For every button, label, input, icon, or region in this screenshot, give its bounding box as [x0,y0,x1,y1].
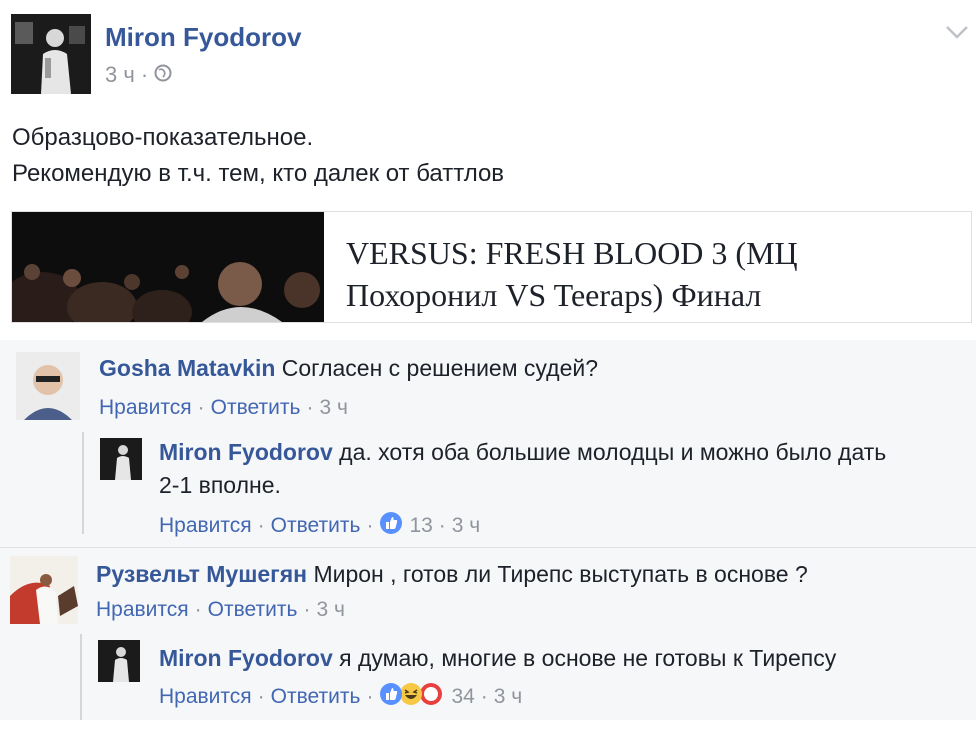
like-button[interactable]: Нравится [159,685,252,709]
comment-avatar[interactable] [10,556,78,624]
globe-icon [154,62,172,88]
like-button[interactable]: Нравится [99,396,192,420]
link-preview-card[interactable]: VERSUS: FRESH BLOOD 3 (МЦ Похоронил VS T… [11,211,972,323]
post-meta: 3 ч · [105,62,172,88]
separator: · [257,685,265,708]
comment-avatar[interactable] [16,352,80,420]
reply-button[interactable]: Ответить [208,598,298,622]
separator: · [480,685,488,708]
reply-avatar[interactable] [98,640,140,682]
post-author-name[interactable]: Miron Fyodorov [105,22,301,53]
reply-avatar[interactable] [100,438,142,480]
reaction-count: 13 [409,514,433,537]
link-thumbnail[interactable] [12,212,324,322]
post-author-avatar[interactable] [11,14,91,94]
separator: · [197,396,205,419]
reply-actions: Нравится · Ответить · 34 · 3 ч [159,682,522,712]
reply-text: 2-1 вполне. [159,472,281,498]
reply-thread-line [80,634,82,720]
comment-divider [0,547,976,548]
reply-comment: Miron Fyodorov я думаю, многие в основе … [159,642,836,675]
comment-author[interactable]: Рузвельт Мушегян [96,561,307,587]
comment-author[interactable]: Gosha Matavkin [99,355,275,381]
reply-thread-line [82,432,84,534]
comment-text: Мирон , готов ли Тирепс выступать в осно… [313,561,808,587]
link-title[interactable]: VERSUS: FRESH BLOOD 3 (МЦ Похоронил VS T… [346,232,956,316]
comment-actions: Нравится · Ответить · 3 ч [99,396,348,420]
avatar-photo [11,14,91,94]
post-text: Образцово-показательное. Рекомендую в т.… [12,120,504,192]
post-time[interactable]: 3 ч [105,62,135,88]
reply-author[interactable]: Miron Fyodorov [159,645,333,671]
chevron-down-icon[interactable] [944,22,970,42]
comment-text: Согласен с решением судей? [281,355,599,381]
comment: Gosha Matavkin Согласен с решением судей… [99,352,598,385]
reply-time[interactable]: 3 ч [452,514,480,538]
post-text-line: Рекомендую в т.ч. тем, кто далек от батт… [12,160,505,187]
reply-button[interactable]: Ответить [271,685,361,709]
separator: · [306,396,314,419]
reply-button[interactable]: Ответить [211,396,301,420]
reply-time[interactable]: 3 ч [494,685,522,709]
comment-time[interactable]: 3 ч [319,396,347,420]
reply-author[interactable]: Miron Fyodorov [159,439,333,465]
reply-text: да. хотя оба большие молодцы и можно был… [339,439,887,465]
reply-text: я думаю, многие в основе не готовы к Тир… [339,645,837,671]
post-text-line: Образцово-показательное. [12,124,314,151]
reactions[interactable]: 34 [379,682,475,712]
separator: · [303,598,311,621]
reaction-count: 34 [451,685,475,708]
comment-time[interactable]: 3 ч [316,598,344,622]
separator: · [257,514,265,537]
separator: · [366,685,374,708]
comment-actions: Нравится · Ответить · 3 ч [96,598,345,622]
separator: · [194,598,202,621]
reactions[interactable]: 13 [379,511,433,541]
comment: Рузвельт Мушегян Мирон , готов ли Тирепс… [96,558,808,591]
like-reaction-icon [379,682,403,712]
reply-comment: Miron Fyodorov да. хотя оба большие моло… [159,436,974,502]
separator: · [366,514,374,537]
like-reaction-icon [379,511,403,541]
meta-separator: · [140,62,149,87]
reply-actions: Нравится · Ответить · 13 · 3 ч [159,511,480,541]
reply-button[interactable]: Ответить [271,514,361,538]
separator: · [438,514,446,537]
like-button[interactable]: Нравится [96,598,189,622]
like-button[interactable]: Нравится [159,514,252,538]
